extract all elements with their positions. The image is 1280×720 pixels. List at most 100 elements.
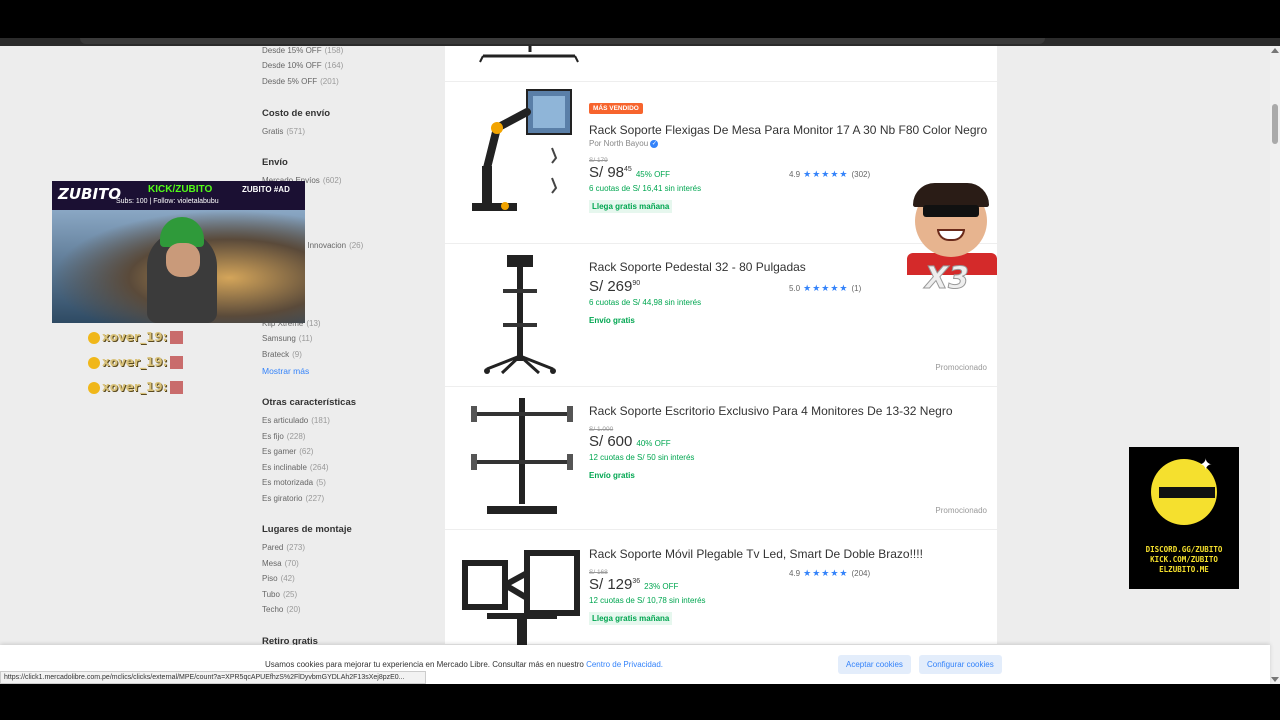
verified-icon: ✓ bbox=[650, 139, 659, 148]
rating-stars: ★★★★★ bbox=[803, 283, 849, 293]
discord-link-text: DISCORD.GG/ZUBITO bbox=[1145, 545, 1223, 554]
chat-message: xover_19: bbox=[88, 380, 184, 394]
chat-message: xover_19: bbox=[88, 330, 184, 344]
cookie-message: Usamos cookies para mejorar tu experienc… bbox=[265, 660, 663, 669]
old-price: S/ 179 bbox=[589, 157, 608, 164]
rating: 5.0 ★★★★★ (1) bbox=[789, 283, 862, 293]
kick-handle: KICK/ZUBITO bbox=[148, 184, 213, 195]
scroll-up-icon[interactable] bbox=[1271, 48, 1279, 53]
scrollbar-thumb[interactable] bbox=[1272, 104, 1278, 144]
product-image[interactable] bbox=[457, 394, 587, 524]
page-scrollbar[interactable] bbox=[1270, 46, 1280, 684]
old-price: S/ 1.000 bbox=[589, 426, 614, 433]
filter-option[interactable]: Desde 15% OFF (158) bbox=[262, 46, 343, 55]
filter-option[interactable]: Es fijo (228) bbox=[262, 432, 305, 441]
discount-label: 45% OFF bbox=[635, 170, 671, 179]
filter-option[interactable]: Piso (42) bbox=[262, 574, 295, 583]
avatar bbox=[170, 381, 184, 394]
product-title[interactable]: Rack Soporte Móvil Plegable Tv Led, Smar… bbox=[589, 547, 989, 562]
filter-option[interactable]: Samsung (11) bbox=[262, 334, 312, 343]
filter-option[interactable]: Desde 10% OFF (164) bbox=[262, 61, 343, 70]
filter-option[interactable]: Es inclinable (264) bbox=[262, 463, 329, 472]
filter-group-title: Lugares de montaje bbox=[262, 524, 352, 535]
discount-label: 40% OFF bbox=[636, 439, 671, 448]
discord-overlay: ✦ DISCORD.GG/ZUBITO KICK.COM/ZUBITO ELZU… bbox=[1129, 447, 1239, 589]
status-bar-url: https://click1.mercadolibre.com.pe/mclic… bbox=[0, 671, 426, 684]
sunglasses-icon bbox=[1159, 487, 1215, 498]
sticker-hair bbox=[913, 183, 989, 207]
privacy-link[interactable]: Centro de Privacidad. bbox=[586, 660, 663, 669]
streamer-face bbox=[166, 243, 200, 277]
accept-cookies-button[interactable]: Aceptar cookies bbox=[838, 655, 911, 674]
subs-follow-text: Subs: 100 | Follow: violetalabubu bbox=[116, 198, 219, 205]
chat-message: xover_19: bbox=[88, 355, 184, 369]
sparkle-icon: ✦ bbox=[1199, 457, 1213, 474]
avatar bbox=[170, 331, 184, 344]
filter-group-title: Costo de envío bbox=[262, 108, 331, 119]
filter-option[interactable]: Es gamer (62) bbox=[262, 447, 313, 456]
stream-logo: ZUBITO bbox=[58, 185, 122, 203]
shipping-label: Envío gratis bbox=[589, 316, 635, 325]
filter-option[interactable]: Desde 5% OFF (201) bbox=[262, 77, 339, 86]
site-link-text: ELZUBITO.ME bbox=[1159, 565, 1209, 574]
x3-sticker: X3 bbox=[907, 183, 997, 299]
coin-icon bbox=[88, 356, 100, 369]
filter-option[interactable]: Pared (273) bbox=[262, 543, 305, 552]
best-seller-badge: MÁS VENDIDO bbox=[589, 103, 643, 114]
promoted-label: Promocionado bbox=[935, 506, 987, 515]
filter-group-title: Otras características bbox=[262, 397, 357, 408]
show-more-link[interactable]: Mostrar más bbox=[262, 366, 309, 376]
video-bottom-bar bbox=[0, 684, 1280, 720]
filter-option[interactable]: Mesa (70) bbox=[262, 559, 299, 568]
filter-option[interactable]: Es motorizada (5) bbox=[262, 478, 326, 487]
price: S/ 9845 bbox=[589, 164, 632, 181]
promoted-label: Promocionado bbox=[935, 363, 987, 372]
rating-stars: ★★★★★ bbox=[803, 169, 849, 179]
installments: 6 cuotas de S/ 44,98 sin interés bbox=[589, 298, 702, 307]
filter-option[interactable]: Tubo (25) bbox=[262, 590, 297, 599]
rating: 4.9 ★★★★★ (302) bbox=[789, 169, 871, 179]
installments: 12 cuotas de S/ 10,78 sin interés bbox=[589, 596, 706, 605]
filter-option[interactable]: Techo (20) bbox=[262, 605, 301, 614]
filter-option[interactable]: Es articulado (181) bbox=[262, 416, 330, 425]
results-list: MÁS VENDIDO Rack Soporte Flexigas De Mes… bbox=[445, 46, 997, 653]
rating-stars: ★★★★★ bbox=[803, 568, 849, 578]
filter-option[interactable]: Es giratorio (227) bbox=[262, 494, 324, 503]
price: S/ 12936 bbox=[589, 576, 641, 593]
result-card-partial[interactable] bbox=[445, 46, 997, 82]
shipping-label: Llega gratis mañana bbox=[589, 612, 673, 625]
product-title[interactable]: Rack Soporte Escritorio Exclusivo Para 4… bbox=[589, 404, 989, 419]
avatar bbox=[170, 356, 184, 369]
filter-group-title: Envío bbox=[262, 157, 288, 168]
shipping-label: Envío gratis bbox=[589, 471, 635, 480]
webcam-header: ZUBITO KICK/ZUBITO Subs: 100 | Follow: v… bbox=[52, 181, 305, 210]
discount-label: 23% OFF bbox=[644, 582, 679, 591]
kick-link-text: KICK.COM/ZUBITO bbox=[1150, 555, 1218, 564]
price: S/ 26990 bbox=[589, 278, 641, 295]
stream-tag: ZUBITO #AD bbox=[242, 185, 290, 194]
address-bar[interactable] bbox=[80, 38, 1045, 44]
result-card[interactable]: Rack Soporte Móvil Plegable Tv Led, Smar… bbox=[445, 531, 997, 653]
sunglasses-icon bbox=[923, 205, 979, 217]
filter-option[interactable]: Brateck (9) bbox=[262, 350, 302, 359]
installments: 12 cuotas de S/ 50 sin interés bbox=[589, 453, 695, 462]
coin-icon bbox=[88, 381, 100, 394]
product-image[interactable] bbox=[457, 251, 587, 381]
sticker-text: X3 bbox=[924, 261, 970, 297]
video-top-bar bbox=[0, 0, 1280, 38]
price: S/ 600 bbox=[589, 433, 633, 450]
shipping-label: Llega gratis mañana bbox=[589, 200, 673, 213]
rating: 4.9 ★★★★★ (204) bbox=[789, 568, 871, 578]
filter-option[interactable]: Gratis (571) bbox=[262, 127, 305, 136]
price-row: S/ 600 40% OFF bbox=[589, 433, 989, 451]
product-title[interactable]: Rack Soporte Flexigas De Mesa Para Monit… bbox=[589, 123, 989, 138]
product-image[interactable] bbox=[475, 46, 585, 66]
product-image[interactable] bbox=[457, 88, 587, 218]
scroll-down-icon[interactable] bbox=[1271, 677, 1279, 682]
configure-cookies-button[interactable]: Configurar cookies bbox=[919, 655, 1002, 674]
seller-name: Por North Bayou ✓ bbox=[589, 139, 659, 148]
result-card[interactable]: Rack Soporte Escritorio Exclusivo Para 4… bbox=[445, 388, 997, 530]
streamer-webcam: ZUBITO KICK/ZUBITO Subs: 100 | Follow: v… bbox=[52, 181, 305, 323]
coin-icon bbox=[88, 331, 100, 344]
browser-toolbar bbox=[0, 38, 1280, 46]
